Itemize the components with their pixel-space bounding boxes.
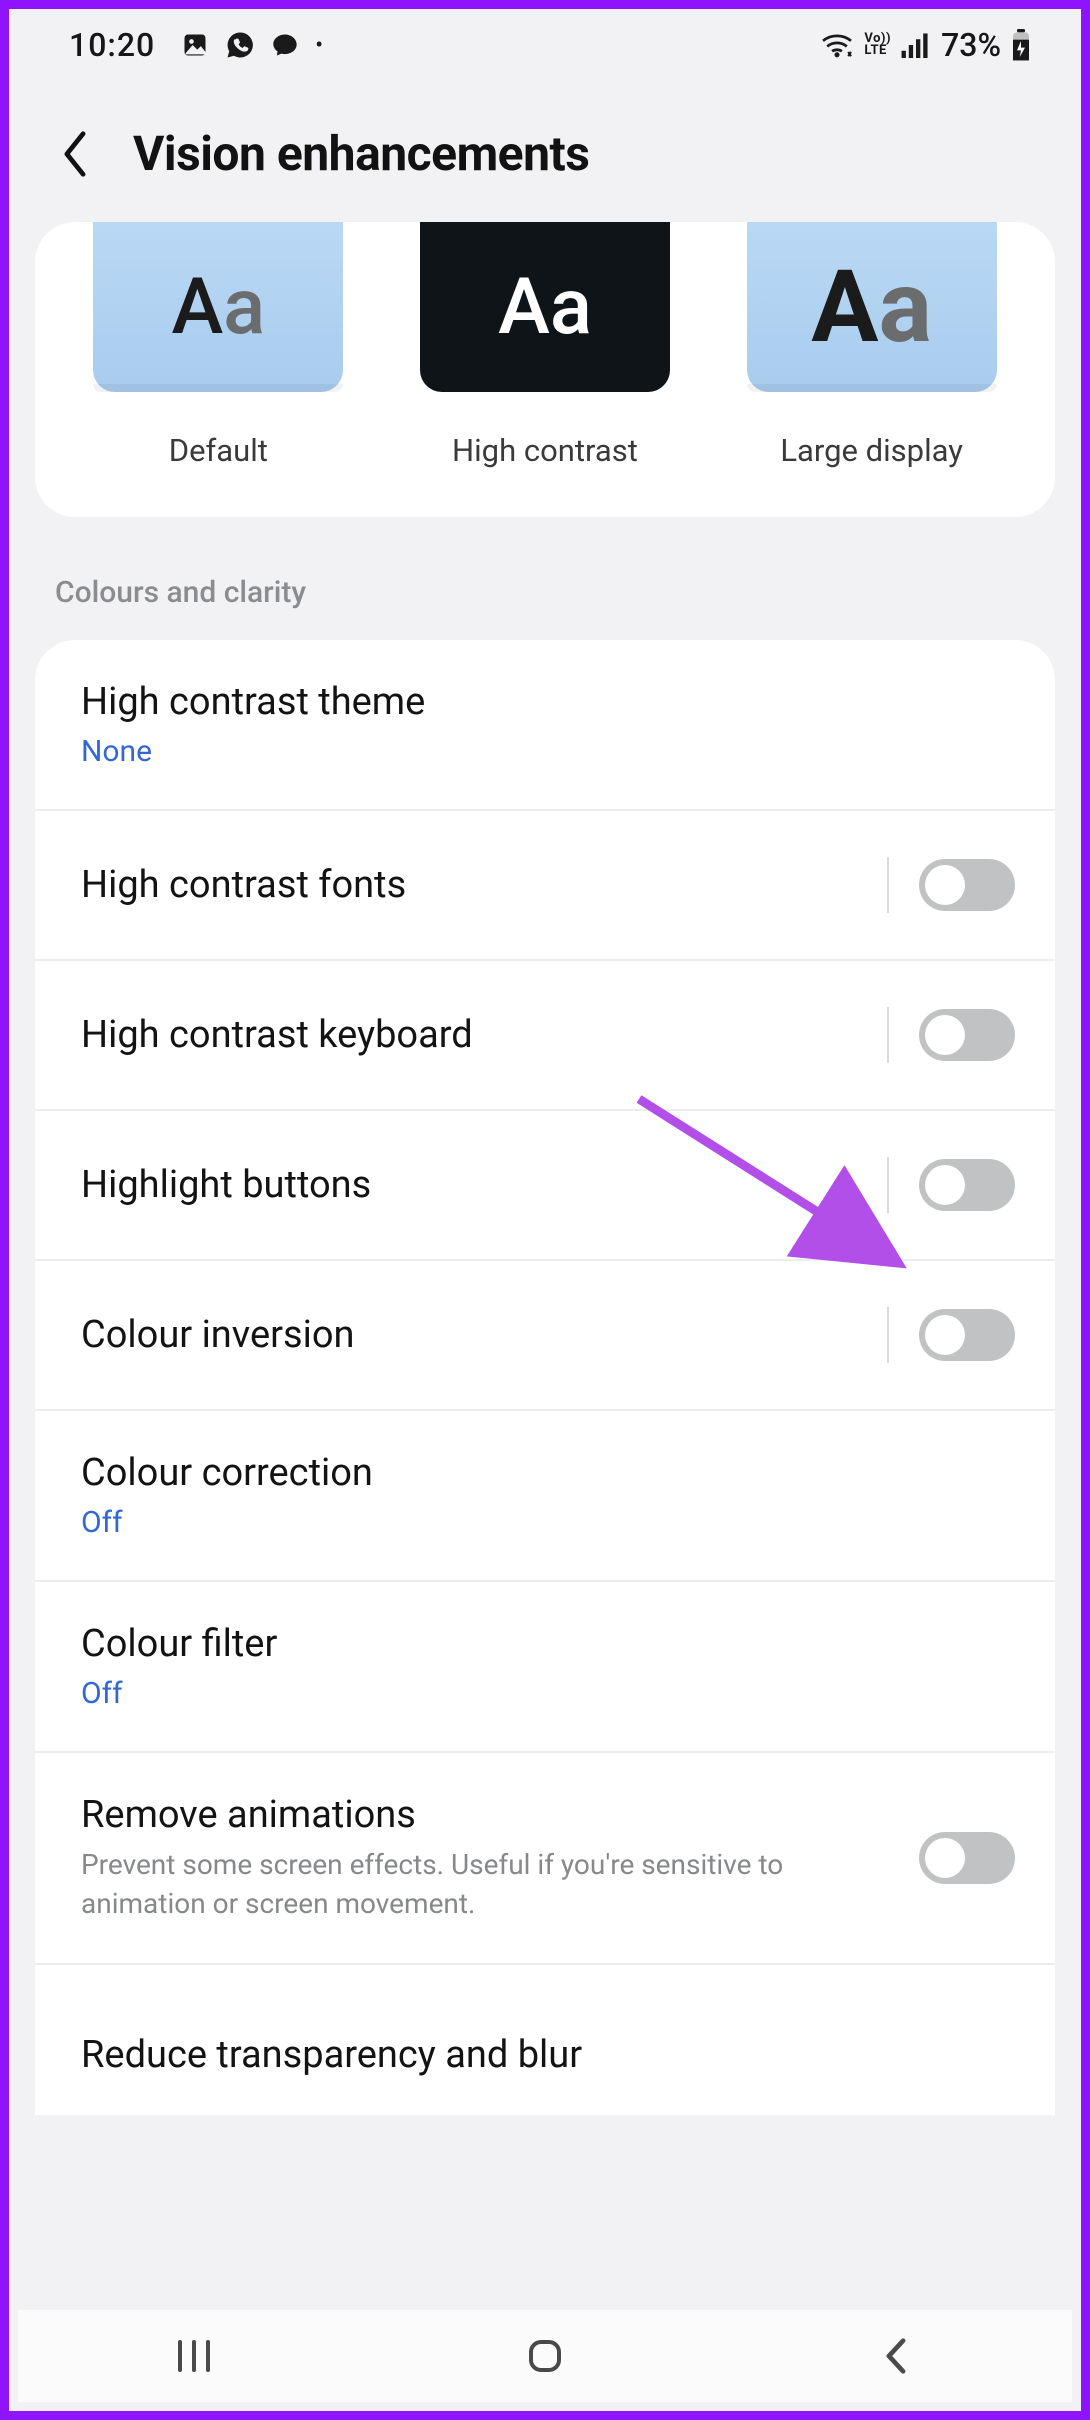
back-button[interactable] <box>51 130 99 178</box>
mode-label: Large display <box>780 432 963 469</box>
large-tile: Aa <box>747 222 997 392</box>
row-reduce-transparency[interactable]: Reduce transparency and blur <box>35 1965 1055 2115</box>
row-subvalue: Off <box>81 1676 995 1711</box>
mode-large-display[interactable]: Aa Large display <box>747 222 997 469</box>
section-header-colours: Colours and clarity <box>9 517 1081 640</box>
mode-label: Default <box>169 432 268 469</box>
titlebar: Vision enhancements <box>9 81 1081 222</box>
signal-icon <box>901 32 931 58</box>
chat-icon <box>271 31 299 59</box>
nav-back-button[interactable] <box>861 2331 931 2381</box>
nav-recents-button[interactable] <box>159 2331 229 2381</box>
nav-home-button[interactable] <box>510 2331 580 2381</box>
aa-sample-icon: Aa <box>498 262 592 353</box>
row-subvalue: Off <box>81 1505 995 1540</box>
dot-icon: • <box>315 33 323 58</box>
toggle-high-contrast-keyboard[interactable] <box>919 1009 1015 1061</box>
row-high-contrast-theme[interactable]: High contrast theme None <box>35 640 1055 811</box>
row-title: Highlight buttons <box>81 1163 867 1207</box>
row-title: Colour correction <box>81 1451 995 1495</box>
whatsapp-icon <box>225 30 255 60</box>
row-colour-inversion[interactable]: Colour inversion <box>35 1261 1055 1411</box>
settings-list: High contrast theme None High contrast f… <box>35 640 1055 2115</box>
default-tile: Aa <box>93 222 343 392</box>
vertical-divider <box>887 857 889 913</box>
aa-sample-icon: Aa <box>811 249 932 366</box>
row-subvalue: None <box>81 734 995 769</box>
mode-default[interactable]: Aa Default <box>93 222 343 469</box>
mode-label: High contrast <box>452 432 638 469</box>
row-title: High contrast fonts <box>81 863 867 907</box>
row-highlight-buttons[interactable]: Highlight buttons <box>35 1111 1055 1261</box>
vertical-divider <box>887 1007 889 1063</box>
wifi-icon <box>820 31 854 59</box>
row-title: Colour inversion <box>81 1313 867 1357</box>
toggle-colour-inversion[interactable] <box>919 1309 1015 1361</box>
contrast-tile: Aa <box>420 222 670 392</box>
row-title: Reduce transparency and blur <box>81 2033 995 2077</box>
row-high-contrast-keyboard[interactable]: High contrast keyboard <box>35 961 1055 1111</box>
mode-preview-card: Aa Default Aa High contrast Aa Large dis… <box>35 222 1055 517</box>
row-high-contrast-fonts[interactable]: High contrast fonts <box>35 811 1055 961</box>
volte-icon: Vo))LTE <box>864 33 891 57</box>
toggle-remove-animations[interactable] <box>919 1832 1015 1884</box>
battery-icon <box>1011 29 1031 61</box>
mode-high-contrast[interactable]: Aa High contrast <box>420 222 670 469</box>
toggle-high-contrast-fonts[interactable] <box>919 859 1015 911</box>
row-colour-correction[interactable]: Colour correction Off <box>35 1411 1055 1582</box>
status-bar: 10:20 • Vo))LTE 73% <box>9 9 1081 81</box>
row-title: Colour filter <box>81 1622 995 1666</box>
row-colour-filter[interactable]: Colour filter Off <box>35 1582 1055 1753</box>
row-title: High contrast keyboard <box>81 1013 867 1057</box>
page-title: Vision enhancements <box>133 125 589 182</box>
row-title: Remove animations <box>81 1793 899 1837</box>
vertical-divider <box>887 1307 889 1363</box>
row-remove-animations[interactable]: Remove animations Prevent some screen ef… <box>35 1753 1055 1965</box>
vertical-divider <box>887 1157 889 1213</box>
row-description: Prevent some screen effects. Useful if y… <box>81 1845 801 1923</box>
gallery-icon <box>181 31 209 59</box>
row-title: High contrast theme <box>81 680 995 724</box>
toggle-highlight-buttons[interactable] <box>919 1159 1015 1211</box>
status-time: 10:20 <box>69 26 155 64</box>
aa-sample-icon: Aa <box>171 262 265 353</box>
battery-percent: 73% <box>941 26 1001 64</box>
system-nav-bar <box>18 2310 1072 2402</box>
